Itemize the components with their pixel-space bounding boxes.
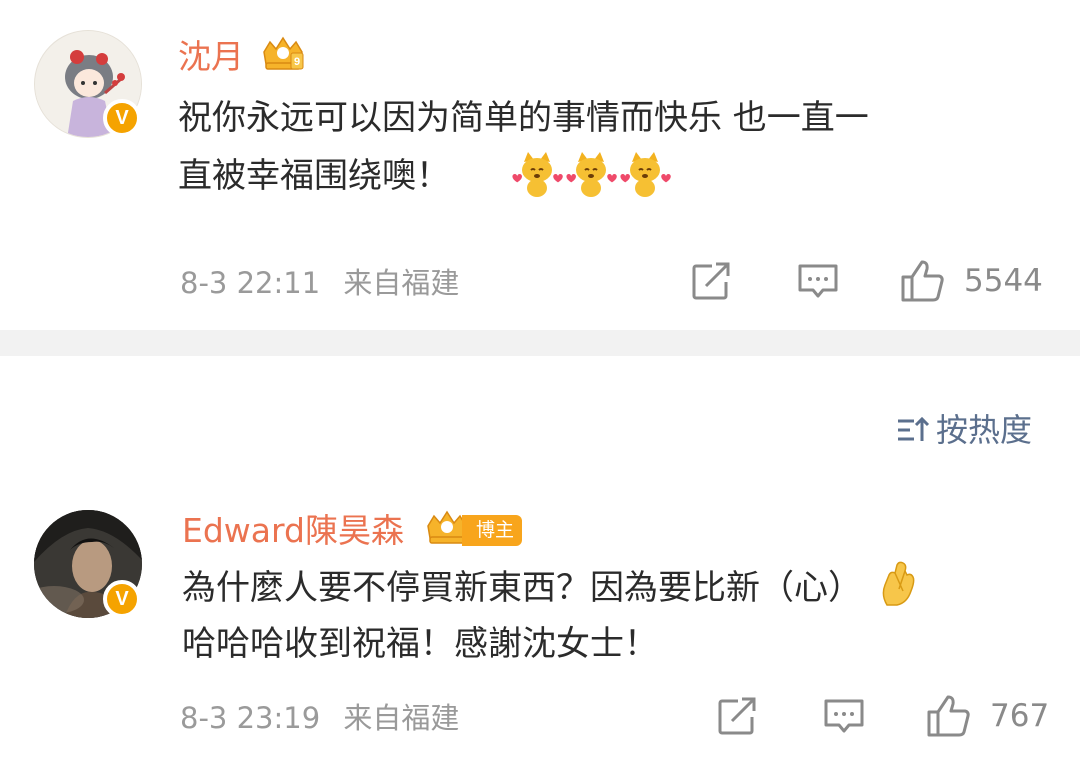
comment-icon	[824, 699, 864, 733]
comment-feed: V 沈月 9 祝你永远可以因为简单的事情而快乐 也一直一 直被幸福围绕噢！ 8-…	[0, 0, 1080, 759]
like-count: 767	[990, 698, 1050, 734]
comment-text-line-1: 為什麼人要不停買新東西？因為要比新（心）	[182, 561, 919, 616]
thumbs-up-icon	[927, 695, 970, 737]
comment-meta: 8-3 22:11 来自福建	[180, 265, 459, 301]
sort-label: 按热度	[936, 411, 1033, 449]
sort-icon	[898, 416, 930, 441]
thumbs-up-icon	[901, 260, 944, 302]
sort-by-hot-button[interactable]: 按热度	[896, 410, 1032, 450]
comment-text-line-1: 祝你永远可以因为简单的事情而快乐 也一直一	[178, 98, 869, 138]
svg-text:9: 9	[294, 56, 300, 68]
verified-badge-icon: V	[103, 580, 141, 618]
repost-icon	[692, 262, 730, 300]
like-count: 5544	[964, 263, 1043, 299]
fox-hearts-emoji	[566, 152, 617, 197]
vip-crown-icon: 9	[258, 34, 308, 78]
reply-button[interactable]	[823, 697, 865, 737]
comment-username[interactable]: Edward陳昊森	[182, 511, 404, 551]
fox-hearts-emoji	[620, 152, 671, 197]
section-divider	[0, 330, 1080, 356]
emoji-group	[510, 150, 672, 200]
like-button[interactable]: 767	[926, 694, 1049, 738]
reply-button[interactable]	[797, 262, 839, 302]
repost-icon	[718, 697, 756, 735]
like-button[interactable]: 5544	[900, 259, 1043, 303]
repost-button[interactable]	[716, 697, 758, 737]
comment-location: 来自福建	[343, 266, 460, 300]
comment-location: 来自福建	[343, 701, 460, 735]
comment-time: 8-3 23:19	[180, 701, 321, 735]
blogger-tag: 博主	[462, 515, 523, 546]
comment-time: 8-3 22:11	[180, 266, 321, 300]
comment-icon	[798, 264, 838, 298]
comment-text-line-2: 哈哈哈收到祝福！感謝沈女士！	[182, 624, 658, 664]
comment-username[interactable]: 沈月	[178, 37, 244, 77]
repost-button[interactable]	[690, 262, 732, 302]
comment-text-line-2: 直被幸福围绕噢！	[178, 156, 450, 196]
comment-meta: 8-3 23:19 来自福建	[180, 700, 459, 736]
crossed-fingers-heart-emoji	[882, 561, 915, 606]
fox-hearts-emoji	[512, 152, 563, 197]
verified-badge-icon: V	[103, 99, 141, 137]
